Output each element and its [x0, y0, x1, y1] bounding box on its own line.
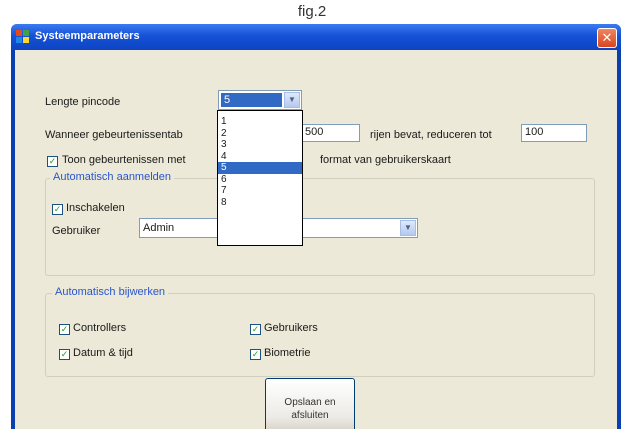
window-title: Systeemparameters: [35, 30, 140, 42]
auto-login-user-label: Gebruiker: [52, 225, 101, 237]
app-icon: [16, 30, 30, 44]
dialog-window: Systeemparameters ✕ Lengte pincode 5 ▼ W…: [11, 24, 621, 429]
pincode-select[interactable]: 5 ▼: [218, 90, 302, 110]
pincode-option[interactable]: 4: [218, 151, 302, 163]
show-events-label-right: format van gebruikerskaart: [320, 154, 451, 166]
events-reduce-to-input[interactable]: 100: [521, 124, 587, 142]
auto-update-group: [45, 293, 595, 377]
pincode-value: 5: [224, 94, 231, 106]
figure-caption: fig.2: [297, 3, 327, 20]
update-users-checkbox[interactable]: ✓: [250, 324, 261, 335]
update-controllers-label: Controllers: [73, 322, 127, 334]
pincode-option[interactable]: 8: [218, 197, 302, 209]
auto-update-group-title: Automatisch bijwerken: [52, 286, 169, 298]
save-button-line2: afsluiten: [291, 410, 329, 421]
update-controllers-checkbox[interactable]: ✓: [59, 324, 70, 335]
pincode-option[interactable]: 6: [218, 174, 302, 186]
update-biometrics-checkbox[interactable]: ✓: [250, 349, 261, 360]
update-datetime-checkbox[interactable]: ✓: [59, 349, 70, 360]
update-datetime-label: Datum & tijd: [73, 347, 133, 359]
show-events-checkbox[interactable]: ✓: [47, 156, 58, 167]
title-bar[interactable]: Systeemparameters ✕: [11, 24, 621, 50]
pincode-label: Lengte pincode: [45, 96, 121, 108]
auto-login-enable-checkbox[interactable]: ✓: [52, 204, 63, 215]
pincode-option[interactable]: 2: [218, 128, 302, 140]
dialog-client-area: Lengte pincode 5 ▼ Wanneer gebeurtenisse…: [15, 50, 617, 429]
pincode-option[interactable]: 7: [218, 185, 302, 197]
pincode-option[interactable]: 3: [218, 139, 302, 151]
pincode-option[interactable]: 1: [218, 116, 302, 128]
auto-login-group-title: Automatisch aanmelden: [50, 171, 175, 183]
pincode-selection-highlight: [221, 93, 282, 107]
close-icon: ✕: [601, 30, 613, 45]
events-label-middle: rijen bevat, reduceren tot: [370, 129, 492, 141]
close-button[interactable]: ✕: [597, 28, 617, 48]
events-max-rows-input[interactable]: 500: [301, 124, 360, 142]
save-and-close-button[interactable]: Opslaan en afsluiten: [265, 378, 355, 429]
save-button-line1: Opslaan en: [284, 397, 336, 408]
show-events-label-left: Toon gebeurtenissen met: [62, 154, 186, 166]
chevron-down-icon[interactable]: ▼: [400, 220, 416, 236]
pincode-option-selected[interactable]: 5: [218, 162, 302, 174]
update-biometrics-label: Biometrie: [264, 347, 311, 359]
pincode-dropdown-list[interactable]: 1 2 3 4 5 6 7 8: [217, 110, 303, 246]
update-users-label: Gebruikers: [264, 322, 318, 334]
chevron-down-icon[interactable]: ▼: [284, 92, 300, 108]
events-label-prefix: Wanneer gebeurtenissentab: [45, 129, 183, 141]
auto-login-user-value: Admin: [143, 222, 175, 234]
auto-login-enable-label: Inschakelen: [66, 202, 125, 214]
